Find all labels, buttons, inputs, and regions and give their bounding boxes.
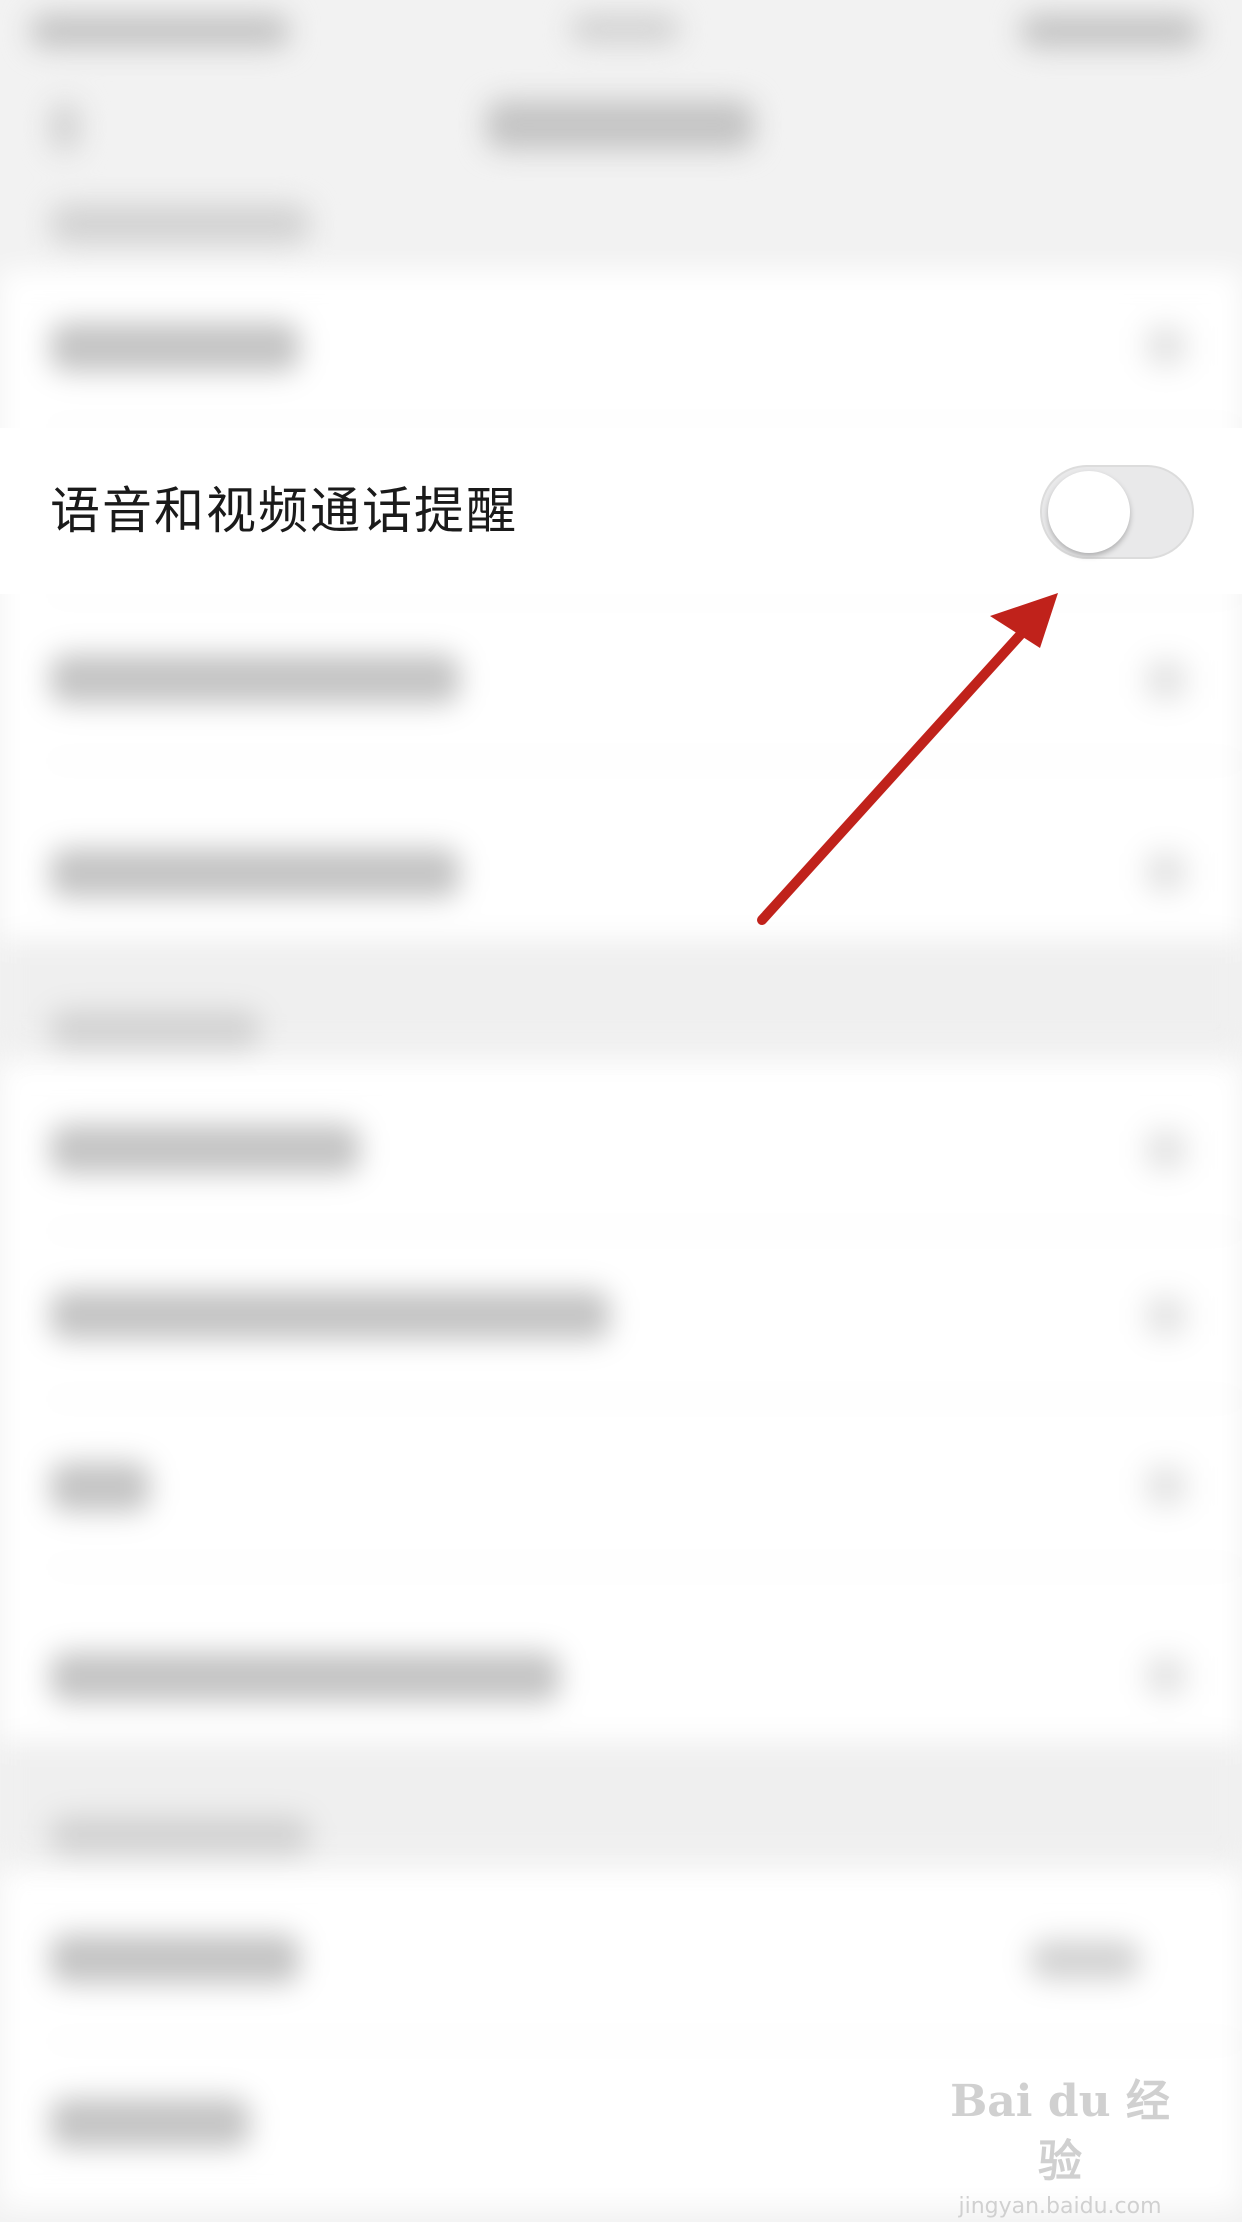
page-title-blur bbox=[486, 100, 754, 150]
row-label: 语音和视频通话提醒 bbox=[50, 482, 518, 540]
chevron-icon bbox=[1146, 1296, 1186, 1336]
back-icon bbox=[50, 102, 80, 152]
chevron-icon bbox=[1146, 1130, 1186, 1170]
chevron-icon bbox=[1146, 1656, 1186, 1696]
chevron-icon bbox=[1146, 326, 1186, 366]
row-label-blur bbox=[50, 322, 300, 372]
blurred-settings-background bbox=[0, 0, 1242, 2208]
divider bbox=[48, 760, 1242, 762]
row-label-blur bbox=[50, 2098, 250, 2148]
toggle-knob bbox=[1048, 471, 1130, 553]
divider bbox=[48, 1566, 1242, 1568]
baidu-jingyan-watermark: Bai du 经验 jingyan.baidu.com bbox=[940, 2072, 1180, 2219]
chevron-icon bbox=[1146, 660, 1186, 700]
row-label-blur bbox=[50, 848, 460, 898]
row-label-blur bbox=[50, 1934, 300, 1984]
chevron-icon bbox=[1146, 852, 1186, 892]
section-header-blur bbox=[50, 1010, 260, 1050]
row-value-blur bbox=[1030, 1940, 1140, 1980]
voice-video-call-reminder-toggle[interactable] bbox=[1040, 465, 1194, 559]
row-label-blur bbox=[50, 1124, 360, 1174]
divider bbox=[48, 1230, 1242, 1232]
row-label-blur bbox=[50, 1652, 560, 1702]
watermark-url: jingyan.baidu.com bbox=[958, 2194, 1162, 2219]
status-bar-blur bbox=[1020, 14, 1200, 48]
divider bbox=[48, 2040, 1242, 2042]
row-label-blur bbox=[50, 654, 460, 704]
row-label-blur bbox=[50, 1462, 150, 1512]
divider bbox=[48, 594, 1242, 596]
section-header-blur bbox=[50, 204, 310, 244]
row-label-blur bbox=[50, 1290, 610, 1340]
watermark-logo: Bai du 经验 bbox=[950, 2076, 1170, 2187]
divider bbox=[48, 1398, 1242, 1400]
status-bar-blur bbox=[30, 14, 290, 48]
chevron-icon bbox=[1146, 1466, 1186, 1506]
section-header-blur bbox=[50, 1816, 310, 1856]
status-bar-blur bbox=[570, 14, 680, 44]
